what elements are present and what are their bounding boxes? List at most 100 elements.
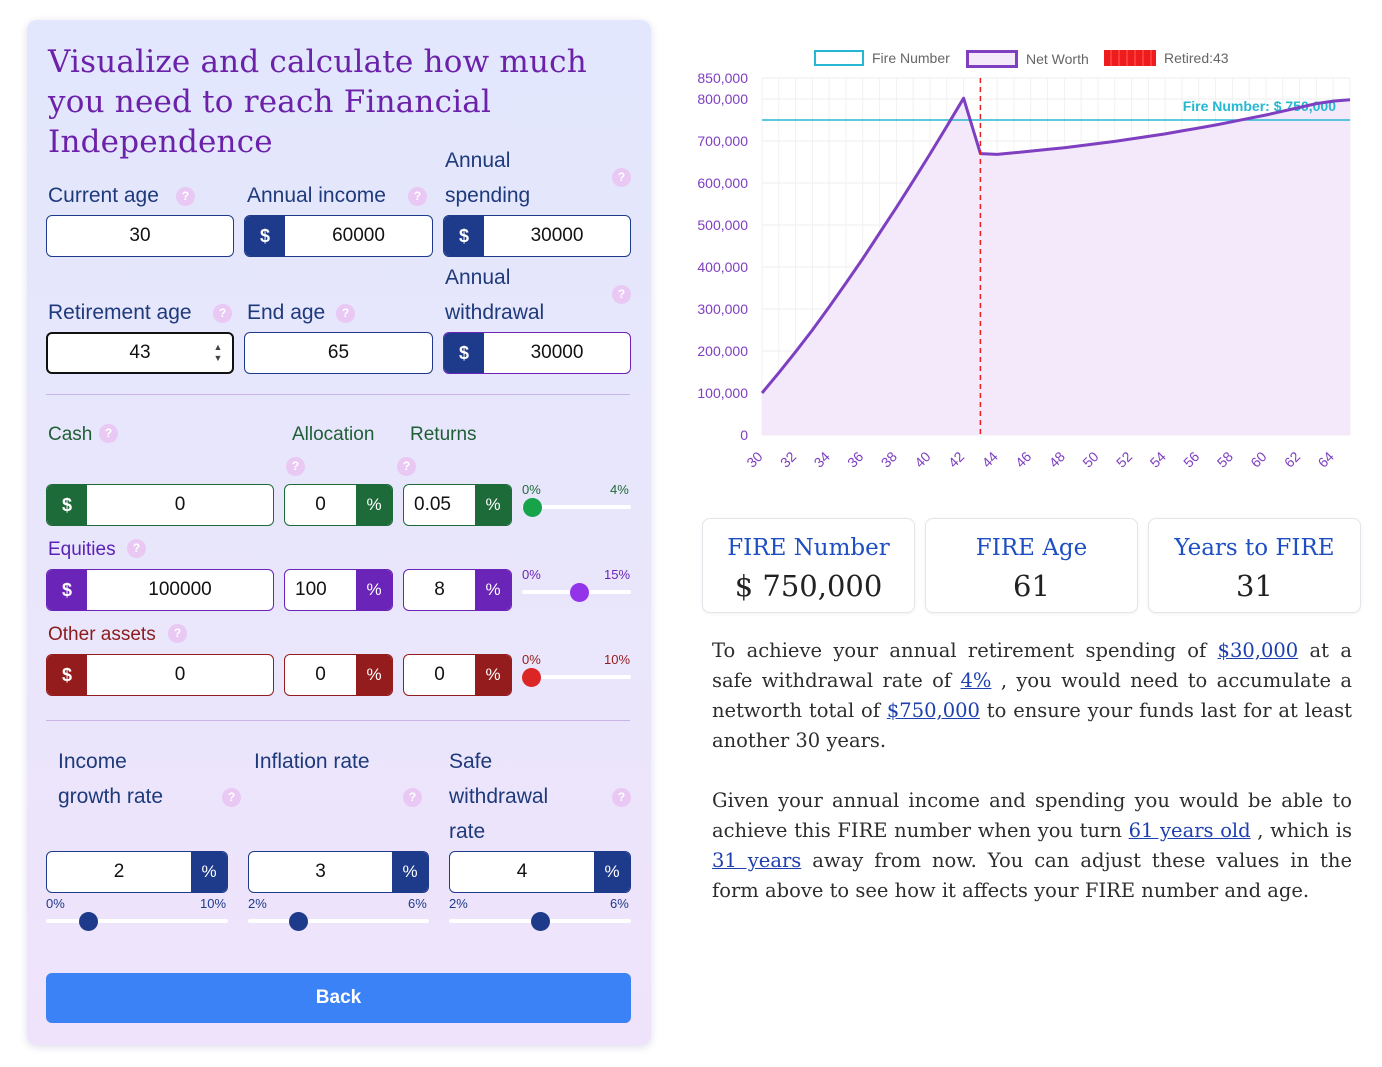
other-assets-returns-input[interactable]: 0 % <box>403 654 512 696</box>
income-growth-label-line2: growth rate <box>58 785 164 808</box>
y-tick-label: 400,000 <box>697 259 748 275</box>
x-tick-label: 38 <box>878 448 900 470</box>
annual-income-input[interactable]: $ 60000 <box>244 215 433 257</box>
end-age-input[interactable]: 65 <box>244 332 433 374</box>
current-age-value[interactable]: 30 <box>47 216 233 256</box>
dollar-prefix: $ <box>47 485 87 525</box>
income-growth-value[interactable]: 2 <box>47 852 191 892</box>
retirement-age-help-icon[interactable]: ? <box>213 304 232 323</box>
x-tick-label: 56 <box>1180 448 1202 470</box>
fire-number-card: FIRE Number $ 750,000 <box>702 518 915 613</box>
equities-range-min: 0% <box>522 567 541 582</box>
percent-suffix: % <box>356 655 392 695</box>
annual-withdrawal-value[interactable]: 30000 <box>484 333 630 373</box>
net-worth-chart: 850,000 800,000 700,000 600,000 500,000 400,0… <box>697 70 1351 471</box>
inflation-rate-help-icon[interactable]: ? <box>403 788 422 807</box>
inflation-rate-input[interactable]: 3 % <box>248 851 429 893</box>
cash-allocation-value[interactable]: 0 <box>285 485 356 525</box>
other-assets-amount-input[interactable]: $ 0 <box>46 654 274 696</box>
equities-amount-value[interactable]: 100000 <box>87 570 273 610</box>
safe-withdrawal-value[interactable]: 4 <box>450 852 594 892</box>
other-assets-help-icon[interactable]: ? <box>168 624 187 643</box>
number-spinner-icon[interactable]: ▲ ▼ <box>212 342 224 364</box>
percent-suffix: % <box>392 852 428 892</box>
y-tick-label: 100,000 <box>697 385 748 401</box>
cash-returns-value[interactable]: 0.05 <box>404 485 475 525</box>
annual-spending-input[interactable]: $ 30000 <box>443 215 631 257</box>
divider <box>46 720 630 721</box>
cash-returns-slider-thumb[interactable] <box>523 498 543 517</box>
cash-returns-input[interactable]: 0.05 % <box>403 484 512 526</box>
other-assets-amount-value[interactable]: 0 <box>87 655 273 695</box>
returns-help-icon[interactable]: ? <box>397 457 416 476</box>
other-assets-returns-slider-thumb[interactable] <box>522 668 541 687</box>
annual-spending-value[interactable]: 30000 <box>484 216 630 256</box>
equities-amount-input[interactable]: $ 100000 <box>46 569 274 611</box>
equities-returns-input[interactable]: 8 % <box>403 569 512 611</box>
equities-returns-value[interactable]: 8 <box>404 570 475 610</box>
other-assets-allocation-input[interactable]: 0 % <box>284 654 393 696</box>
years-to-fire-link[interactable]: 31 years <box>712 849 801 872</box>
x-tick-label: 64 <box>1315 448 1337 470</box>
income-growth-help-icon[interactable]: ? <box>222 788 241 807</box>
spending-link[interactable]: $30,000 <box>1218 639 1299 662</box>
percent-suffix: % <box>475 485 511 525</box>
other-assets-label: Other assets <box>48 624 156 645</box>
equities-help-icon[interactable]: ? <box>127 539 146 558</box>
x-tick-label: 42 <box>945 448 967 470</box>
other-assets-allocation-value[interactable]: 0 <box>285 655 356 695</box>
annual-withdrawal-input[interactable]: $ 30000 <box>443 332 631 374</box>
x-tick-label: 36 <box>844 448 866 470</box>
inflation-rate-value[interactable]: 3 <box>249 852 392 892</box>
fire-age-link[interactable]: 61 years old <box>1129 819 1251 842</box>
equities-returns-slider-thumb[interactable] <box>569 583 589 602</box>
years-to-fire-title: Years to FIRE <box>1174 535 1335 561</box>
annual-income-value[interactable]: 60000 <box>285 216 432 256</box>
other-assets-returns-value[interactable]: 0 <box>404 655 475 695</box>
retirement-age-value[interactable]: 43 <box>48 334 232 372</box>
page-title: Visualize and calculate how much you nee… <box>48 44 587 160</box>
annual-spending-help-icon[interactable]: ? <box>612 168 631 187</box>
other-assets-range-min: 0% <box>522 652 541 667</box>
cash-help-icon[interactable]: ? <box>99 424 118 443</box>
annual-income-help-icon[interactable]: ? <box>408 187 427 206</box>
annual-withdrawal-help-icon[interactable]: ? <box>612 285 631 304</box>
fire-number-line-label: Fire Number: $ 750,000 <box>1183 98 1337 114</box>
x-tick-label: 32 <box>777 448 799 470</box>
percent-suffix: % <box>475 570 511 610</box>
equities-allocation-value[interactable]: 100 <box>285 570 356 610</box>
inflation-slider-track[interactable] <box>248 919 429 923</box>
cash-amount-value[interactable]: 0 <box>87 485 273 525</box>
cash-allocation-input[interactable]: 0 % <box>284 484 393 526</box>
withdrawal-rate-link[interactable]: 4% <box>961 669 992 692</box>
percent-suffix: % <box>191 852 227 892</box>
inflation-rate-label: Inflation rate <box>254 750 370 773</box>
cash-range-min: 0% <box>522 482 541 497</box>
income-growth-slider-track[interactable] <box>46 919 228 923</box>
income-growth-input[interactable]: 2 % <box>46 851 228 893</box>
x-tick-label: 54 <box>1147 448 1169 470</box>
other-assets-range-max: 10% <box>604 652 631 667</box>
equities-allocation-input[interactable]: 100 % <box>284 569 393 611</box>
retirement-age-input[interactable]: 43 ▲ ▼ <box>46 332 234 374</box>
annual-withdrawal-label-line2: withdrawal <box>445 301 545 324</box>
income-growth-slider-thumb[interactable] <box>78 912 98 931</box>
annual-withdrawal-label-line1: Annual <box>445 266 511 289</box>
back-button[interactable]: Back <box>46 973 631 1023</box>
safe-withdrawal-help-icon[interactable]: ? <box>612 788 631 807</box>
summary-paragraph-1: To achieve your annual retirement spendi… <box>712 636 1352 756</box>
cash-amount-input[interactable]: $ 0 <box>46 484 274 526</box>
current-age-help-icon[interactable]: ? <box>176 187 195 206</box>
safe-withdrawal-input[interactable]: 4 % <box>449 851 631 893</box>
inflation-slider-thumb[interactable] <box>288 912 308 931</box>
end-age-help-icon[interactable]: ? <box>336 304 355 323</box>
safe-withdrawal-slider-thumb[interactable] <box>530 912 550 931</box>
end-age-value[interactable]: 65 <box>245 333 432 373</box>
fire-number-link[interactable]: $750,000 <box>887 699 980 722</box>
equities-label: Equities <box>48 539 116 560</box>
x-tick-label: 34 <box>810 448 832 470</box>
x-tick-label: 50 <box>1079 448 1101 470</box>
allocation-help-icon[interactable]: ? <box>286 457 305 476</box>
summary-text: To achieve your annual retirement spendi… <box>712 639 1218 662</box>
current-age-input[interactable]: 30 <box>46 215 234 257</box>
